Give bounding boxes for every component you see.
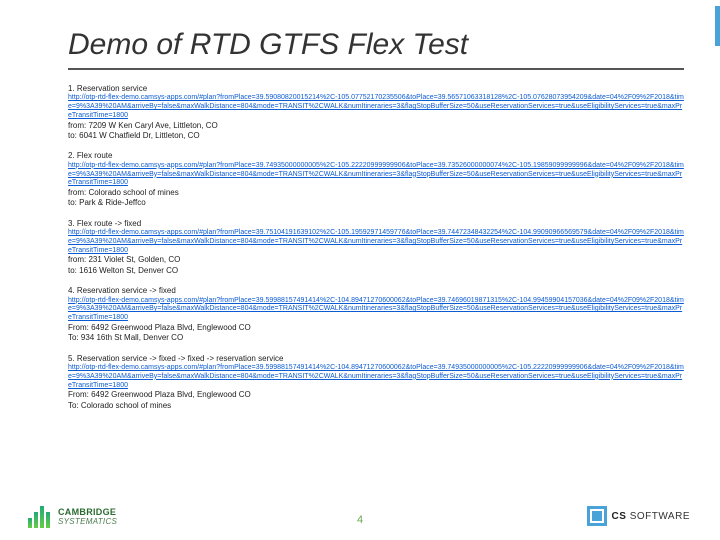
section-4: 4. Reservation service -> fixed http://o… xyxy=(68,286,684,343)
section-label: 1. Reservation service xyxy=(68,84,684,94)
section-from: From: 6492 Greenwood Plaza Blvd, Englewo… xyxy=(68,323,684,333)
slide-title: Demo of RTD GTFS Flex Test xyxy=(68,28,684,70)
section-url[interactable]: http://otp-rtd-flex-demo.camsys-apps.com… xyxy=(68,229,684,255)
page-number: 4 xyxy=(357,514,363,526)
logo-left-line1: CAMBRIDGE xyxy=(58,507,116,517)
section-label: 3. Flex route -> fixed xyxy=(68,219,684,229)
section-1: 1. Reservation service http://otp-rtd-fl… xyxy=(68,84,684,141)
section-to: to: 6041 W Chatfield Dr, Littleton, CO xyxy=(68,131,684,141)
section-to: To: Colorado school of mines xyxy=(68,401,684,411)
logo-cambridge-systematics: CAMBRIDGE SYSTEMATICS xyxy=(28,506,117,528)
logo-left-line2: SYSTEMATICS xyxy=(58,517,117,526)
accent-bar xyxy=(715,6,720,46)
section-label: 5. Reservation service -> fixed -> fixed… xyxy=(68,354,684,364)
logo-cs-software: CS SOFTWARE xyxy=(587,506,690,526)
section-from: From: 6492 Greenwood Plaza Blvd, Englewo… xyxy=(68,390,684,400)
logo-right-word: SOFTWARE xyxy=(630,511,690,522)
section-3: 3. Flex route -> fixed http://otp-rtd-fl… xyxy=(68,219,684,276)
section-to: to: 1616 Welton St, Denver CO xyxy=(68,266,684,276)
logo-right-brand: CS xyxy=(612,511,627,522)
section-url[interactable]: http://otp-rtd-flex-demo.camsys-apps.com… xyxy=(68,297,684,323)
section-to: To: 934 16th St Mall, Denver CO xyxy=(68,333,684,343)
slide: Demo of RTD GTFS Flex Test 1. Reservatio… xyxy=(0,0,720,540)
section-label: 2. Flex route xyxy=(68,151,684,161)
section-from: from: 7209 W Ken Caryl Ave, Littleton, C… xyxy=(68,121,684,131)
bars-icon xyxy=(28,506,52,528)
section-5: 5. Reservation service -> fixed -> fixed… xyxy=(68,354,684,411)
logo-left-text: CAMBRIDGE SYSTEMATICS xyxy=(58,508,117,527)
section-label: 4. Reservation service -> fixed xyxy=(68,286,684,296)
logo-right-text: CS SOFTWARE xyxy=(612,511,690,522)
section-url[interactable]: http://otp-rtd-flex-demo.camsys-apps.com… xyxy=(68,364,684,390)
section-url[interactable]: http://otp-rtd-flex-demo.camsys-apps.com… xyxy=(68,94,684,120)
section-url[interactable]: http://otp-rtd-flex-demo.camsys-apps.com… xyxy=(68,162,684,188)
section-from: from: Colorado school of mines xyxy=(68,188,684,198)
section-from: from: 231 Violet St, Golden, CO xyxy=(68,255,684,265)
section-to: to: Park & Ride-Jeffco xyxy=(68,198,684,208)
section-2: 2. Flex route http://otp-rtd-flex-demo.c… xyxy=(68,151,684,208)
square-icon xyxy=(587,506,607,526)
